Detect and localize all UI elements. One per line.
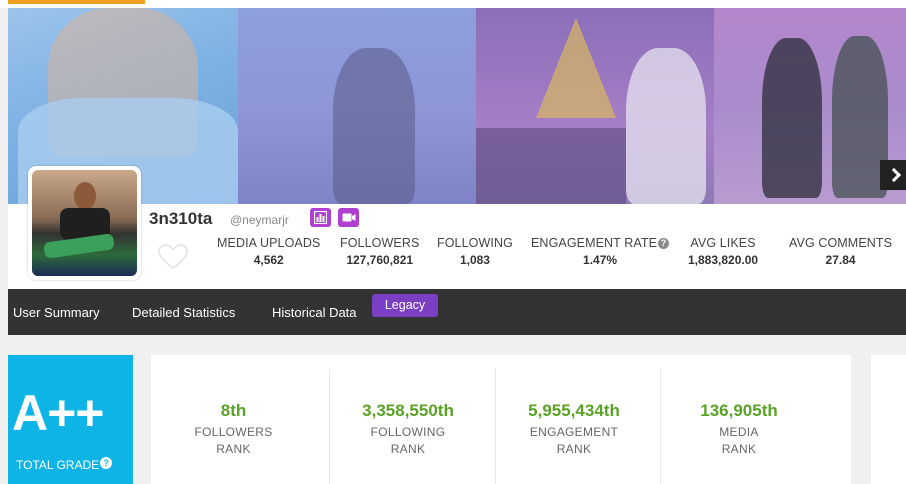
banner-photo-4 [714,8,906,204]
side-card [871,355,906,484]
help-icon[interactable]: ? [100,457,113,469]
stat-engagement-rate: ENGAGEMENT RATE? 1.47% [531,236,670,267]
heart-icon[interactable] [158,244,188,270]
tab-detailed-statistics[interactable]: Detailed Statistics [132,305,235,320]
stat-following: FOLLOWING 1,083 [437,236,513,267]
stat-media-uploads: MEDIA UPLOADS 4,562 [217,236,321,267]
chart-badge[interactable] [310,208,331,227]
rank-following: 3,358,550th FOLLOWING RANK [362,401,454,456]
grade-value: A++ [12,385,105,441]
avatar-image [32,170,137,276]
banner-next-button[interactable] [880,160,906,190]
chart-icon [314,211,327,224]
chevron-icon [886,167,902,183]
stat-followers: FOLLOWERS 127,760,821 [340,236,420,267]
user-handle[interactable]: @neymarjr [230,213,289,227]
total-grade-box: A++ TOTAL GRADE? [8,355,133,484]
stat-avg-comments: AVG COMMENTS 27.84 [789,236,893,267]
top-tab-indicator[interactable] [8,0,145,4]
top-strip [0,0,906,8]
rank-followers: 8th FOLLOWERS RANK [194,401,273,456]
profile-banner [8,8,906,204]
page: 3n310ta @neymarjr MEDIA UPLOADS 4,562 FO… [0,0,906,484]
rank-engagement: 5,955,434th ENGAGEMENT RANK [528,401,620,456]
grade-label: TOTAL GRADE [16,458,100,472]
rank-media: 136,905th MEDIA RANK [700,401,778,456]
tab-legacy[interactable]: Legacy [372,294,438,317]
avatar[interactable] [28,166,141,280]
banner-photo-2 [238,8,476,204]
video-badge[interactable] [338,208,359,227]
tab-historical-data[interactable]: Historical Data [272,305,357,320]
profile-info: 3n310ta @neymarjr MEDIA UPLOADS 4,562 FO… [8,166,906,289]
video-icon [342,213,356,222]
username: 3n310ta [149,209,213,228]
rank-card: 8th FOLLOWERS RANK 3,358,550th FOLLOWING… [151,355,851,484]
stat-avg-likes: AVG LIKES 1,883,820.00 [688,236,759,267]
help-icon[interactable]: ? [658,238,670,249]
tab-bar: User Summary Detailed Statistics Histori… [8,289,906,335]
banner-photo-3 [476,8,714,204]
tab-user-summary[interactable]: User Summary [13,305,100,320]
